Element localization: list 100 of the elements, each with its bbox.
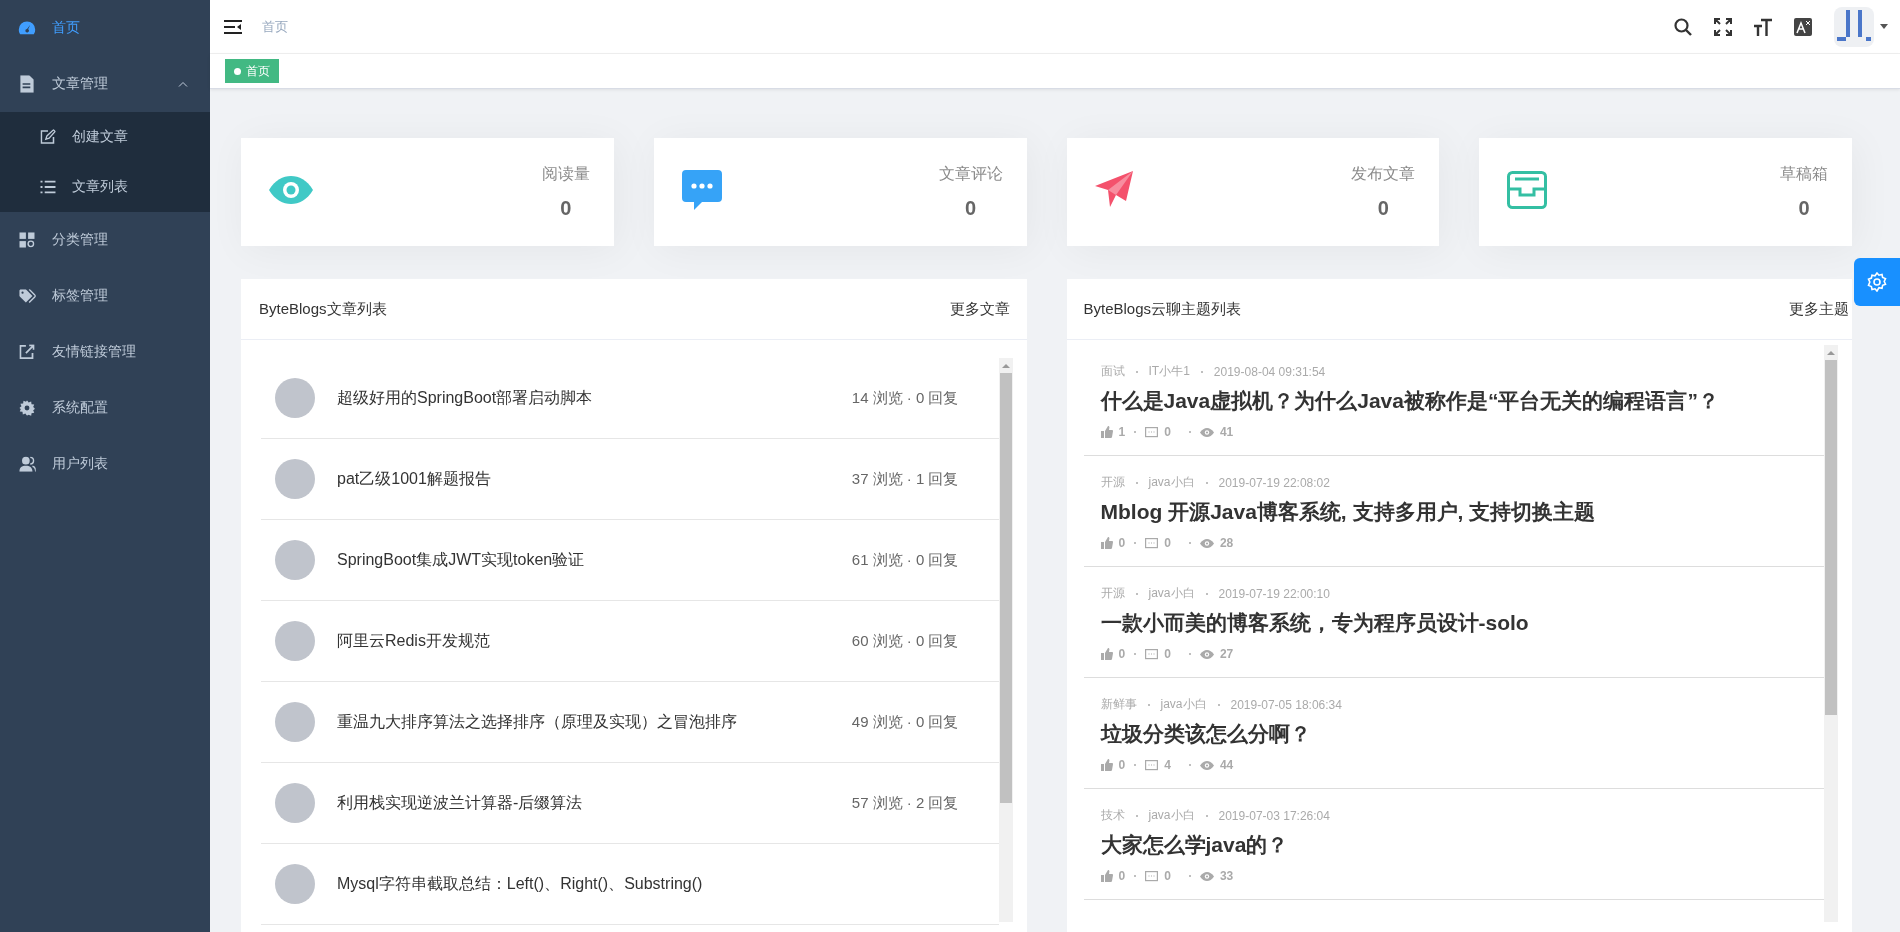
thumbs-up-icon <box>1100 426 1113 438</box>
topic-title[interactable]: 什么是Java虚拟机？为什么Java被称作是“平台无关的编程语言”？ <box>1100 387 1824 415</box>
fullscreen-button[interactable] <box>1714 17 1732 36</box>
stat-value: 0 <box>1798 197 1810 220</box>
user-menu-button[interactable] <box>1834 6 1888 47</box>
view-count: 28 <box>1219 536 1234 550</box>
view-count: 44 <box>1219 758 1234 772</box>
view-count: 27 <box>1219 647 1234 661</box>
sidebar-item[interactable]: 用户列表 <box>0 436 210 492</box>
search-button[interactable] <box>1674 17 1692 36</box>
avatar-placeholder <box>275 864 315 904</box>
article-title[interactable]: 超级好用的SpringBoot部署启动脚本 <box>337 387 830 409</box>
view-count: 33 <box>1219 869 1234 883</box>
font-size-icon <box>1754 17 1772 36</box>
dashboard-icon <box>18 20 36 36</box>
like-count: 0 <box>1118 647 1126 661</box>
eye-icon <box>1199 871 1214 881</box>
sidebar-item[interactable]: 文章管理 <box>0 56 210 112</box>
sidebar-item[interactable]: 标签管理 <box>0 268 210 324</box>
stat-value: 0 <box>1377 197 1389 220</box>
stat-value: 0 <box>964 197 977 220</box>
font-size-button[interactable] <box>1754 17 1772 36</box>
eye-icon <box>1199 538 1214 548</box>
comment-icon <box>1145 426 1159 438</box>
avatar-placeholder <box>275 621 315 661</box>
caret-down-icon <box>1880 24 1888 29</box>
comment-count: 0 <box>1164 536 1171 550</box>
topic-time: 2019-08-04 09:31:54 <box>1213 364 1326 379</box>
avatar-placeholder <box>275 378 315 418</box>
like-count: 0 <box>1118 536 1126 550</box>
search-icon <box>1674 17 1692 36</box>
avatar-placeholder <box>275 459 315 499</box>
sidebar-item[interactable]: 首页 <box>0 0 210 56</box>
sidebar-item[interactable]: 创建文章 <box>0 112 210 162</box>
article-stats: 57 浏览 · 2 回复 <box>851 793 959 813</box>
settings-icon <box>19 400 35 416</box>
like-count: 1 <box>1118 425 1126 439</box>
topic-title[interactable]: 一款小而美的博客系统，专为程序员设计-solo <box>1100 609 1824 637</box>
article-stats: 61 浏览 · 0 回复 <box>851 550 959 570</box>
topic-title[interactable]: Mblog 开源Java博客系统, 支持多用户, 支持切换主题 <box>1100 498 1824 526</box>
panel-title: ByteBlogs云聊主题列表 <box>1083 299 1242 319</box>
comment-icon <box>1145 870 1159 882</box>
article-title[interactable]: 阿里云Redis开发规范 <box>337 630 830 652</box>
category-icon <box>19 232 35 248</box>
thumbs-up-icon <box>1100 648 1113 660</box>
tag-icon <box>18 288 36 304</box>
stat-label: 发布文章 <box>1351 164 1416 184</box>
article-title[interactable]: Mysql字符串截取总结：Left()、Right()、Substring() <box>337 873 959 895</box>
more-link[interactable]: 更多文章 <box>949 299 1010 319</box>
eye-icon <box>1199 760 1214 770</box>
stat-label: 草稿箱 <box>1780 164 1828 184</box>
comment-icon <box>1145 759 1159 771</box>
comment-count: 0 <box>1164 869 1171 883</box>
comment-count: 4 <box>1164 758 1171 772</box>
topic-title[interactable]: 大家怎么学java的？ <box>1100 831 1824 859</box>
topic-time: 2019-07-19 22:08:02 <box>1218 475 1330 490</box>
eye-icon <box>1199 649 1214 659</box>
like-count: 0 <box>1118 758 1126 772</box>
scroll-up-arrow-icon[interactable] <box>1827 350 1835 355</box>
thumbs-up-icon <box>1100 870 1113 882</box>
article-title[interactable]: pat乙级1001解题报告 <box>337 468 830 490</box>
article-stats: 37 浏览 · 1 回复 <box>851 469 959 489</box>
thumbs-up-icon <box>1100 537 1113 549</box>
article-stats: 49 浏览 · 0 回复 <box>851 712 959 732</box>
avatar-image <box>1834 6 1874 47</box>
external-link-icon <box>19 344 35 360</box>
fullscreen-icon <box>1714 17 1732 36</box>
comment-icon <box>1145 537 1159 549</box>
scrollbar-thumb[interactable] <box>999 373 1012 803</box>
comment-count: 0 <box>1164 647 1171 661</box>
topic-time: 2019-07-03 17:26:04 <box>1218 808 1330 823</box>
sidebar-item[interactable]: 分类管理 <box>0 212 210 268</box>
sidebar-item[interactable]: 系统配置 <box>0 380 210 436</box>
article-title[interactable]: 利用栈实现逆波兰计算器-后缀算法 <box>337 792 830 814</box>
sidebar-item[interactable]: 文章列表 <box>0 162 210 212</box>
translate-icon <box>1794 17 1812 36</box>
eye-icon <box>1199 427 1214 437</box>
translate-button[interactable] <box>1794 17 1812 36</box>
topic-time: 2019-07-19 22:00:10 <box>1218 586 1330 601</box>
like-count: 0 <box>1118 869 1126 883</box>
article-stats: 60 浏览 · 0 回复 <box>851 631 959 651</box>
article-title[interactable]: SpringBoot集成JWT实现token验证 <box>337 549 830 571</box>
topic-title[interactable]: 垃圾分类该怎么分啊？ <box>1100 720 1824 748</box>
menu-toggle-button[interactable] <box>224 19 242 34</box>
settings-button[interactable] <box>1854 258 1900 306</box>
list-icon <box>40 180 56 194</box>
users-icon <box>18 456 36 472</box>
stat-value: 0 <box>560 197 572 220</box>
scrollbar-thumb[interactable] <box>1825 360 1837 715</box>
menu-icon <box>224 19 242 34</box>
avatar-placeholder <box>275 702 315 742</box>
stat-label: 文章评论 <box>938 164 1003 184</box>
sidebar-item[interactable]: 友情链接管理 <box>0 324 210 380</box>
thumbs-up-icon <box>1100 759 1113 771</box>
edit-icon <box>40 129 56 145</box>
more-link[interactable]: 更多主题 <box>1789 299 1849 319</box>
article-stats: 14 浏览 · 0 回复 <box>851 388 959 408</box>
article-title[interactable]: 重温九大排序算法之选择排序（原理及实现）之冒泡排序 <box>337 711 830 733</box>
scroll-up-arrow-icon[interactable] <box>1001 363 1010 368</box>
view-count: 41 <box>1219 425 1234 439</box>
